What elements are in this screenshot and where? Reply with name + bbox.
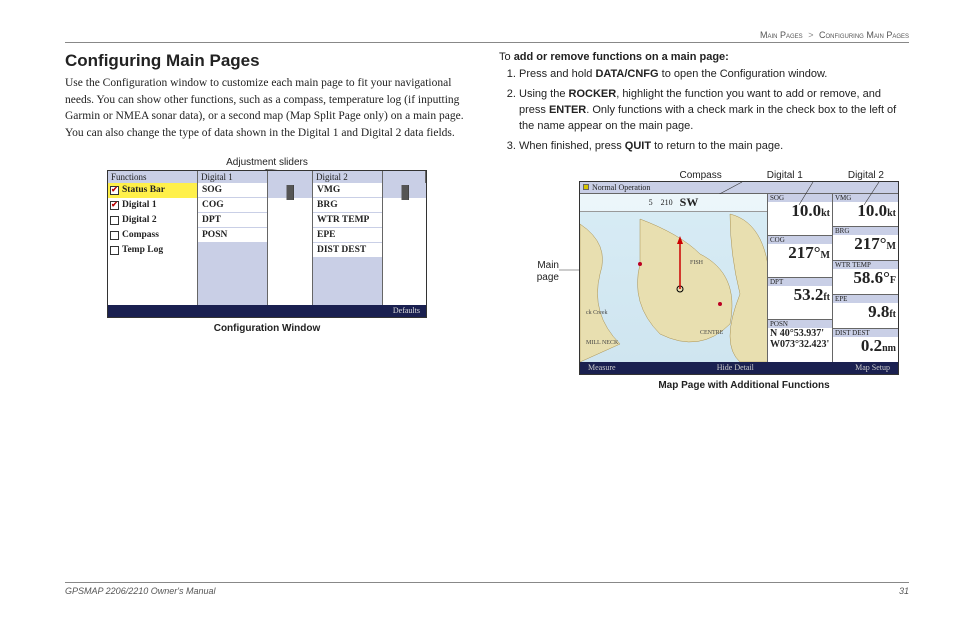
- data-field-option[interactable]: SOG: [198, 183, 267, 198]
- data-field-option[interactable]: BRG: [313, 198, 382, 213]
- function-label: Status Bar: [122, 185, 165, 195]
- status-icon: [583, 184, 589, 190]
- function-label: Digital 1: [122, 200, 157, 210]
- map-titlebar: Normal Operation: [580, 182, 898, 194]
- data-field-value: 10.0kt: [770, 202, 830, 221]
- data-field-option[interactable]: DPT: [198, 213, 267, 228]
- data-field-label: POSN: [768, 320, 832, 328]
- page-footer: GPSMAP 2206/2210 Owner's Manual 31: [65, 582, 909, 596]
- function-row-digital-2[interactable]: Digital 2: [108, 213, 197, 228]
- data-field-value: 9.8ft: [835, 303, 896, 322]
- config-window-caption: Configuration Window: [65, 323, 469, 334]
- map-page-caption: Map Page with Additional Functions: [499, 380, 909, 391]
- data-field-value: 53.2ft: [770, 286, 830, 305]
- intro-text: Use the Configuration window to customiz…: [65, 75, 469, 142]
- svg-text:MILL NECK: MILL NECK: [586, 340, 619, 346]
- data-field-value: 10.0kt: [835, 202, 896, 221]
- column-header-digital1: Digital 1: [198, 171, 268, 183]
- data-field-value: N 40°53.937'W073°32.423': [770, 328, 830, 350]
- softkey-map-setup[interactable]: Map Setup: [855, 363, 890, 372]
- data-field-option[interactable]: EPE: [313, 228, 382, 243]
- column-header-functions: Functions: [108, 171, 198, 183]
- data-field-option[interactable]: DIST DEST: [313, 243, 382, 258]
- function-row-compass[interactable]: Compass: [108, 228, 197, 243]
- label-digital1: Digital 1: [767, 170, 803, 181]
- label-digital2: Digital 2: [848, 170, 884, 181]
- softkey-hide-detail[interactable]: Hide Detail: [717, 363, 754, 372]
- function-row-temp-log[interactable]: Temp Log: [108, 243, 197, 258]
- label-main-page: Main page: [519, 260, 559, 284]
- function-row-digital-1[interactable]: Digital 1: [108, 198, 197, 213]
- breadcrumb: Main Pages > Configuring Main Pages: [65, 30, 909, 43]
- softkey-measure[interactable]: Measure: [588, 363, 616, 372]
- data-field-value: 0.2nm: [835, 337, 896, 356]
- data-field-posn: POSNN 40°53.937'W073°32.423': [768, 320, 832, 361]
- configuration-window-figure: Adjustment sliders Functions Digital 1 D…: [65, 157, 469, 334]
- data-field-epe: EPE9.8ft: [833, 295, 898, 329]
- function-label: Digital 2: [122, 215, 157, 225]
- function-row-status-bar[interactable]: Status Bar: [108, 183, 197, 198]
- data-field-brg: BRG217°M: [833, 227, 898, 261]
- data-field-option[interactable]: COG: [198, 198, 267, 213]
- page-number: 31: [899, 586, 909, 596]
- data-field-value: 217°M: [770, 244, 830, 263]
- data-field-dist-dest: DIST DEST0.2nm: [833, 329, 898, 362]
- svg-text:CENTRE: CENTRE: [700, 330, 724, 336]
- checkbox-icon[interactable]: [110, 186, 119, 195]
- map-softkey-bar: Measure Hide Detail Map Setup: [580, 362, 898, 374]
- map-chart-area[interactable]: 5 210 SW ck Cre: [580, 194, 768, 362]
- data-field-dpt: DPT53.2ft: [768, 278, 832, 320]
- defaults-button[interactable]: Defaults: [393, 306, 420, 315]
- data-field-value: 58.6°F: [835, 269, 896, 288]
- column-header-digital2: Digital 2: [313, 171, 383, 183]
- data-field-option[interactable]: WTR TEMP: [313, 213, 382, 228]
- procedure-step: Press and hold DATA/CNFG to open the Con…: [519, 67, 909, 83]
- data-field-cog: COG217°M: [768, 236, 832, 278]
- slider-header-1: [268, 171, 313, 183]
- function-label: Compass: [122, 230, 159, 240]
- map-page-figure: Compass Digital 1 Digital 2 Main page No…: [499, 170, 909, 391]
- page-title: Configuring Main Pages: [65, 51, 469, 71]
- checkbox-icon[interactable]: [110, 231, 119, 240]
- procedure-title: To add or remove functions on a main pag…: [499, 51, 909, 63]
- data-field-value: 217°M: [835, 235, 896, 254]
- checkbox-icon[interactable]: [110, 246, 119, 255]
- procedure-step: When finished, press QUIT to return to t…: [519, 139, 909, 155]
- checkbox-icon[interactable]: [110, 201, 119, 210]
- adjustment-slider-1[interactable]: [268, 183, 313, 305]
- data-field-vmg: VMG10.0kt: [833, 194, 898, 228]
- procedure-step: Using the ROCKER, highlight the function…: [519, 87, 909, 135]
- data-field-wtr-temp: WTR TEMP58.6°F: [833, 261, 898, 295]
- data-field-sog: SOG10.0kt: [768, 194, 832, 236]
- slider-header-2: [383, 171, 426, 183]
- label-compass: Compass: [679, 170, 721, 181]
- data-field-option[interactable]: VMG: [313, 183, 382, 198]
- procedure-steps: Press and hold DATA/CNFG to open the Con…: [499, 67, 909, 155]
- function-label: Temp Log: [122, 245, 163, 255]
- svg-text:ck Creek: ck Creek: [586, 310, 608, 316]
- data-field-option[interactable]: POSN: [198, 228, 267, 243]
- manual-title: GPSMAP 2206/2210 Owner's Manual: [65, 586, 215, 596]
- adjustment-sliders-label: Adjustment sliders: [65, 157, 469, 168]
- svg-text:FISH: FISH: [690, 260, 704, 266]
- adjustment-slider-2[interactable]: [383, 183, 426, 305]
- checkbox-icon[interactable]: [110, 216, 119, 225]
